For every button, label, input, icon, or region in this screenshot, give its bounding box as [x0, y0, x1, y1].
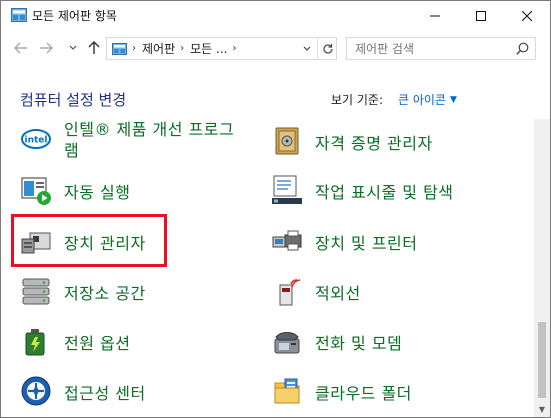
forward-button[interactable]	[36, 38, 56, 58]
item-label[interactable]: 작업 표시줄 및 탐색	[315, 179, 454, 203]
window-title: 모든 제어판 항목	[32, 9, 117, 23]
phone-modem-icon	[274, 332, 300, 354]
item-label[interactable]: 자동 실행	[64, 179, 130, 203]
back-button[interactable]	[11, 38, 31, 58]
highlight-box	[11, 214, 167, 267]
storage-spaces-icon	[22, 278, 50, 305]
scrollbar-thumb[interactable]	[538, 322, 546, 398]
item-label[interactable]: 클라우드 폴더	[315, 380, 412, 404]
up-button[interactable]	[84, 38, 104, 58]
item-credential-manager[interactable]: 자격 증명 관리자	[271, 121, 511, 161]
vault-icon	[275, 127, 299, 155]
svg-text:intel: intel	[25, 136, 48, 146]
recent-locations-button[interactable]	[63, 38, 83, 58]
minimize-icon	[430, 15, 440, 17]
breadcrumb-separator-icon[interactable]: ›	[232, 43, 236, 54]
back-arrow-icon	[14, 42, 27, 54]
control-panel-window: 모든 제어판 항목 › 제어판 › 모든 ... › 제어판 검색 컴퓨터 설정…	[0, 0, 551, 418]
power-options-icon	[25, 329, 45, 356]
refresh-button[interactable]	[317, 38, 337, 59]
autoplay-icon	[21, 177, 51, 205]
page-title: 컴퓨터 설정 변경	[20, 91, 127, 109]
item-work-folders[interactable]: 클라우드 폴더	[271, 371, 511, 411]
item-devices-printers[interactable]: 장치 및 프린터	[271, 221, 511, 261]
maximize-button[interactable]	[458, 1, 504, 31]
view-by-label: 보기 기준:	[331, 93, 384, 107]
close-icon	[522, 11, 532, 21]
view-by-value[interactable]: 큰 아이콘	[398, 91, 446, 108]
breadcrumb-all-items[interactable]: 모든 ...	[190, 40, 227, 57]
printer-icon	[272, 230, 302, 251]
item-intel-program[interactable]: intel 인텔® 제품 개선 프로그 램	[20, 119, 260, 161]
title-bar: 모든 제어판 항목	[1, 1, 550, 31]
maximize-icon	[476, 11, 486, 21]
item-power-options[interactable]: 전원 옵션	[20, 321, 260, 361]
item-label[interactable]: 저장소 공간	[64, 280, 146, 304]
item-label[interactable]: 인텔® 제품 개선 프로그	[64, 119, 234, 140]
item-label[interactable]: 장치 및 프린터	[315, 230, 418, 254]
item-label[interactable]: 적외선	[315, 280, 361, 304]
infrared-icon	[279, 279, 301, 306]
chevron-down-icon	[69, 45, 77, 50]
breadcrumb-separator-icon[interactable]: ›	[180, 43, 184, 54]
view-by-dropdown[interactable]: 큰 아이콘 ▼	[398, 91, 457, 108]
item-label[interactable]: 접근성 센터	[64, 380, 146, 404]
item-taskbar-navigation[interactable]: 작업 표시줄 및 탐색	[271, 170, 531, 210]
work-folders-icon	[274, 378, 300, 404]
breadcrumb-control-panel[interactable]: 제어판	[142, 40, 175, 57]
forward-arrow-icon	[40, 42, 53, 54]
address-bar[interactable]: › 제어판 › 모든 ... ›	[106, 37, 337, 60]
item-infrared[interactable]: 적외선	[271, 271, 511, 311]
search-icon[interactable]	[516, 42, 529, 55]
item-phone-modem[interactable]: 전화 및 모뎀	[271, 321, 511, 361]
taskbar-icon	[272, 175, 302, 204]
chevron-down-icon	[303, 46, 311, 51]
search-input[interactable]	[355, 41, 515, 56]
items-grid: intel 인텔® 제품 개선 프로그 램 자격 증명 관리자 자동 실행 작업…	[1, 119, 534, 417]
control-panel-icon	[11, 8, 27, 22]
close-button[interactable]	[504, 1, 550, 31]
item-label[interactable]: 자격 증명 관리자	[315, 130, 433, 154]
scroll-down-arrow-icon[interactable]: ▼	[534, 401, 550, 417]
breadcrumb-separator-icon[interactable]: ›	[132, 43, 136, 54]
intel-logo-icon: intel	[21, 129, 51, 149]
up-arrow-icon	[88, 41, 100, 54]
address-dropdown-button[interactable]	[297, 38, 317, 59]
control-panel-icon	[112, 42, 127, 55]
search-box[interactable]	[346, 37, 536, 60]
item-label[interactable]: 램	[64, 137, 79, 161]
item-storage-spaces[interactable]: 저장소 공간	[20, 271, 260, 311]
ease-of-access-icon	[21, 376, 51, 406]
refresh-icon	[322, 43, 333, 54]
item-label[interactable]: 전원 옵션	[64, 330, 130, 354]
item-autoplay[interactable]: 자동 실행	[20, 170, 260, 210]
minimize-button[interactable]	[412, 1, 458, 31]
caret-down-icon[interactable]: ▼	[450, 95, 457, 105]
item-ease-of-access[interactable]: 접근성 센터	[20, 371, 260, 411]
item-label[interactable]: 전화 및 모뎀	[315, 330, 402, 354]
navigation-bar: › 제어판 › 모든 ... ›	[1, 32, 550, 64]
